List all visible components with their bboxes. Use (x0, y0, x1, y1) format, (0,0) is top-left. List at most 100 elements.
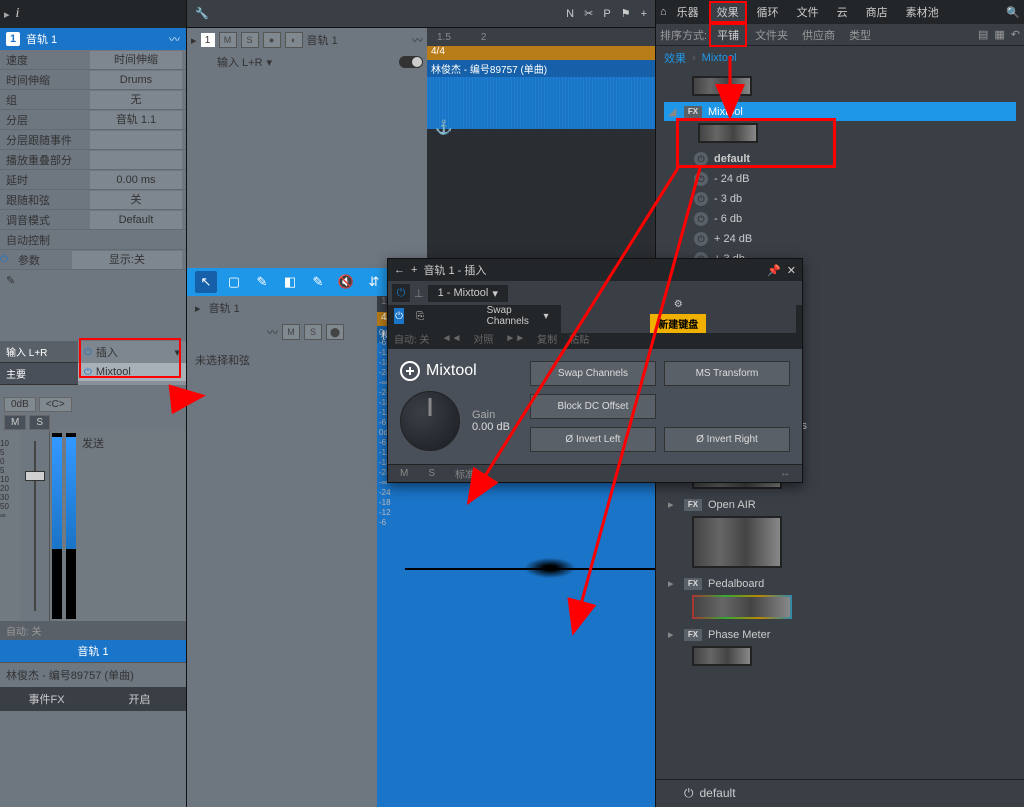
auto-label[interactable]: 自动: 关 (394, 331, 430, 346)
tab-cloud[interactable]: 云 (829, 1, 856, 23)
solo-btn[interactable]: S (241, 32, 259, 48)
db-readout[interactable]: 0dB (4, 397, 36, 412)
grid-view-icon[interactable]: ▦ (994, 28, 1004, 41)
enable-tab[interactable]: 开启 (93, 687, 186, 711)
tool-n[interactable]: N (566, 8, 574, 20)
plugin-selector[interactable]: 1 - Mixtool▾ (428, 285, 508, 302)
editor-mute[interactable]: M (282, 324, 300, 340)
volume-fader[interactable] (20, 431, 50, 621)
power-icon[interactable]: ⏻ (0, 254, 8, 265)
sort-vendor[interactable]: 供应商 (796, 25, 841, 45)
tab-loops[interactable]: 循环 (749, 1, 787, 23)
pin-icon[interactable]: ← (394, 264, 405, 276)
ruler[interactable]: 1.5 2 (427, 28, 655, 46)
monitor-btn[interactable]: ◐ (285, 32, 303, 48)
home-icon[interactable]: ⌂ (660, 6, 667, 18)
play-overlap[interactable] (90, 151, 182, 169)
main-tab[interactable]: 主要 (0, 363, 78, 385)
anchor-icon[interactable]: ⚓ (435, 119, 452, 136)
pan-readout[interactable]: <C> (39, 397, 72, 412)
layer-follow[interactable] (90, 131, 182, 149)
tab-effects[interactable]: 效果 (709, 1, 747, 23)
param-display[interactable]: 显示:关 (72, 251, 182, 269)
back-icon[interactable]: ↶ (1011, 28, 1020, 41)
preset-m6[interactable]: ⏻- 6 db (664, 209, 1016, 229)
tune-mode[interactable]: Default (90, 211, 182, 229)
solo-button[interactable]: S (29, 415, 50, 430)
fx-pedalboard[interactable]: ▸FXPedalboard (664, 574, 1016, 593)
close-button[interactable]: ✕ (787, 264, 796, 277)
arrange-track-header[interactable]: ▸ 1 M S ● ◐ 音轨 1 〰 (187, 28, 427, 52)
sort-type[interactable]: 类型 (843, 25, 877, 45)
sort-folder[interactable]: 文件夹 (749, 25, 794, 45)
event-fx-tab[interactable]: 事件FX (0, 687, 93, 711)
record-btn[interactable]: ● (263, 32, 281, 48)
next-preset[interactable]: ►► (505, 333, 525, 344)
fx-openair[interactable]: ▸FXOpen AIR (664, 495, 1016, 514)
group-select[interactable]: 无 (90, 91, 182, 109)
track-footer[interactable]: 音轨 1 (0, 640, 186, 662)
paint-tool[interactable]: ✎ (307, 271, 329, 293)
arrow-tool[interactable]: ↖ (195, 271, 217, 293)
editor-solo[interactable]: S (304, 324, 322, 340)
add-icon[interactable]: + (411, 264, 417, 276)
wrench-icon[interactable]: 🔧 (195, 7, 209, 20)
invert-right-btn[interactable]: Ø Invert Right (664, 427, 790, 452)
fx-phasemeter[interactable]: ▸FXPhase Meter (664, 625, 1016, 644)
sort-flat[interactable]: 平铺 (709, 23, 747, 47)
block-dc-btn[interactable]: Block DC Offset (530, 394, 656, 419)
follow-chord[interactable]: 关 (90, 191, 182, 209)
resize-icon[interactable]: ↔ (780, 468, 790, 479)
search-icon[interactable]: 🔍 (1006, 6, 1020, 19)
browser-mixtool[interactable]: ◢FXMixtool (664, 102, 1016, 121)
tab-files[interactable]: 文件 (789, 1, 827, 23)
editor-track-header[interactable]: ▸ 音轨 1 (187, 296, 377, 320)
preset-m3[interactable]: ⏻- 3 db (664, 189, 1016, 209)
list-view-icon[interactable]: ▤ (978, 28, 988, 41)
copy-icon[interactable]: ⎘ (416, 311, 424, 322)
insert-header[interactable]: ⏻插入▾ (78, 341, 186, 363)
timesig[interactable]: 4/4 (427, 46, 655, 60)
pin-button[interactable]: 📌 (767, 264, 781, 277)
prev-preset[interactable]: ◄◄ (442, 333, 462, 344)
sidechain-icon[interactable]: ⊥ (414, 287, 424, 300)
range-tool[interactable]: ▢ (223, 271, 245, 293)
edit-icon[interactable]: ✎ (0, 270, 186, 291)
preset-m24[interactable]: ⏻- 24 dB (664, 169, 1016, 189)
tool-flag[interactable]: ⚑ (621, 7, 631, 20)
mute-button[interactable]: M (4, 415, 26, 430)
preset-default[interactable]: ⏻default (664, 149, 1016, 169)
mute-btn[interactable]: M (219, 32, 237, 48)
mixtool-thumb[interactable] (698, 123, 758, 143)
erase-tool[interactable]: ◧ (279, 271, 301, 293)
editor-link[interactable]: ⬤ (326, 324, 344, 340)
layer-select[interactable]: 音轨 1.1 (90, 111, 182, 129)
breadcrumb[interactable]: 效果 › Mixtool (656, 46, 1024, 70)
tab-store[interactable]: 商店 (858, 1, 896, 23)
insert-mixtool[interactable]: ⏻Mixtool (78, 363, 186, 381)
bypass-btn[interactable]: ⏻ (394, 308, 404, 324)
tool-plus[interactable]: + (641, 8, 647, 20)
gear-icon[interactable]: ⚙ (674, 299, 683, 310)
new-keyboard-btn[interactable]: 新建键盘 (650, 314, 706, 333)
automation-mode[interactable]: 自动: 关 (0, 621, 186, 640)
track-header[interactable]: 1 音轨 1 〰 (0, 28, 186, 50)
tool-slice[interactable]: ✂ (584, 7, 593, 20)
audio-clip[interactable]: 林俊杰 - 编号89757 (单曲) ⚓ (427, 60, 655, 128)
toggle-switch[interactable] (399, 56, 423, 68)
input-selector[interactable]: 输入 L+R (217, 54, 263, 70)
collapse-icon[interactable]: ▸ (4, 8, 10, 21)
input-tab[interactable]: 输入 L+R (0, 341, 78, 363)
tempo-mode[interactable]: 时间伸缩 (90, 51, 182, 69)
timestretch-mode[interactable]: Drums (90, 71, 182, 89)
tab-instruments[interactable]: 乐器 (669, 1, 707, 23)
preset-name[interactable]: Swap Channels (487, 305, 532, 327)
tool-p[interactable]: P (603, 8, 610, 20)
bend-tool[interactable]: ⇵ (363, 271, 385, 293)
ms-transform-btn[interactable]: MS Transform (664, 361, 790, 386)
preset-p24[interactable]: ⏻+ 24 dB (664, 229, 1016, 249)
gain-knob[interactable] (400, 391, 460, 451)
tab-pool[interactable]: 素材池 (898, 1, 947, 23)
info-icon[interactable]: i (16, 6, 20, 22)
plugin-power[interactable]: ⏻ (392, 284, 410, 302)
